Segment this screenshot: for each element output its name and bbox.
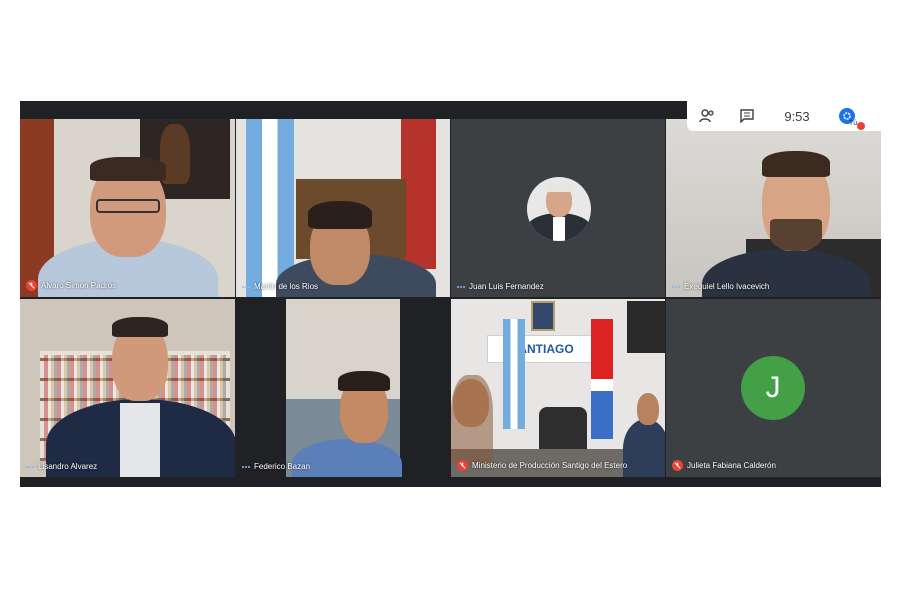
participant-tile[interactable]: SANTIAGO Ministerio de Producción Santig… bbox=[451, 299, 665, 477]
chat-button[interactable] bbox=[727, 101, 767, 131]
participant-name-tag: Federico Bazan bbox=[242, 462, 310, 471]
speaking-indicator-icon bbox=[26, 465, 34, 468]
participant-tile[interactable]: Martin de los Rios bbox=[236, 119, 450, 297]
speaking-indicator-icon bbox=[672, 285, 680, 288]
speaking-indicator-icon bbox=[242, 285, 250, 288]
participant-name-tag: Julieta Fabiana Calderón bbox=[672, 460, 776, 471]
participant-tile[interactable]: Lisandro Alvarez bbox=[20, 299, 235, 477]
participant-name: Julieta Fabiana Calderón bbox=[687, 461, 776, 470]
participant-name: Lisandro Alvarez bbox=[38, 462, 98, 471]
meeting-window: Alvaro Simon Padros Martin de los Rios J… bbox=[20, 101, 881, 487]
clock: 9:53 bbox=[784, 108, 810, 124]
participant-name: Martin de los Rios bbox=[254, 282, 319, 291]
participant-tile[interactable]: Alvaro Simon Padros bbox=[20, 119, 235, 297]
mic-off-icon bbox=[857, 122, 865, 130]
self-view-button[interactable]: Tú bbox=[827, 101, 867, 131]
participant-name: Ministerio de Producción Santigo del Est… bbox=[472, 461, 628, 470]
participant-tile[interactable]: Juan Luis Fernandez bbox=[451, 119, 665, 297]
participant-name: Federico Bazan bbox=[254, 462, 311, 471]
mic-off-icon bbox=[26, 280, 37, 291]
participant-tile[interactable]: Exequiel Lello Ivacevich bbox=[666, 119, 881, 297]
participant-name-tag: Alvaro Simon Padros bbox=[26, 280, 116, 291]
meeting-top-bar: 9 9:53 Tú bbox=[687, 101, 881, 131]
participant-name-tag: Juan Luis Fernandez bbox=[457, 282, 544, 291]
mic-off-icon bbox=[457, 460, 468, 471]
participant-tile[interactable]: Federico Bazan bbox=[236, 299, 450, 477]
chat-icon bbox=[740, 109, 754, 123]
participant-tile[interactable]: J Julieta Fabiana Calderón bbox=[666, 299, 881, 477]
participant-name-tag: Ministerio de Producción Santigo del Est… bbox=[457, 460, 627, 471]
speaking-indicator-icon bbox=[242, 465, 250, 468]
self-label: Tú bbox=[849, 120, 858, 127]
mic-off-icon bbox=[672, 460, 683, 471]
participant-name-tag: Exequiel Lello Ivacevich bbox=[672, 282, 769, 291]
participant-name: Juan Luis Fernandez bbox=[469, 282, 544, 291]
people-button[interactable]: 9 bbox=[687, 101, 727, 131]
participant-name-tag: Martin de los Rios bbox=[242, 282, 318, 291]
participant-name-tag: Lisandro Alvarez bbox=[26, 462, 97, 471]
avatar: J bbox=[741, 356, 805, 420]
profile-photo bbox=[527, 177, 591, 241]
people-icon: 9 bbox=[699, 109, 714, 123]
participant-name: Exequiel Lello Ivacevich bbox=[684, 282, 770, 291]
speaking-indicator-icon bbox=[457, 285, 465, 288]
participant-name: Alvaro Simon Padros bbox=[41, 281, 117, 290]
